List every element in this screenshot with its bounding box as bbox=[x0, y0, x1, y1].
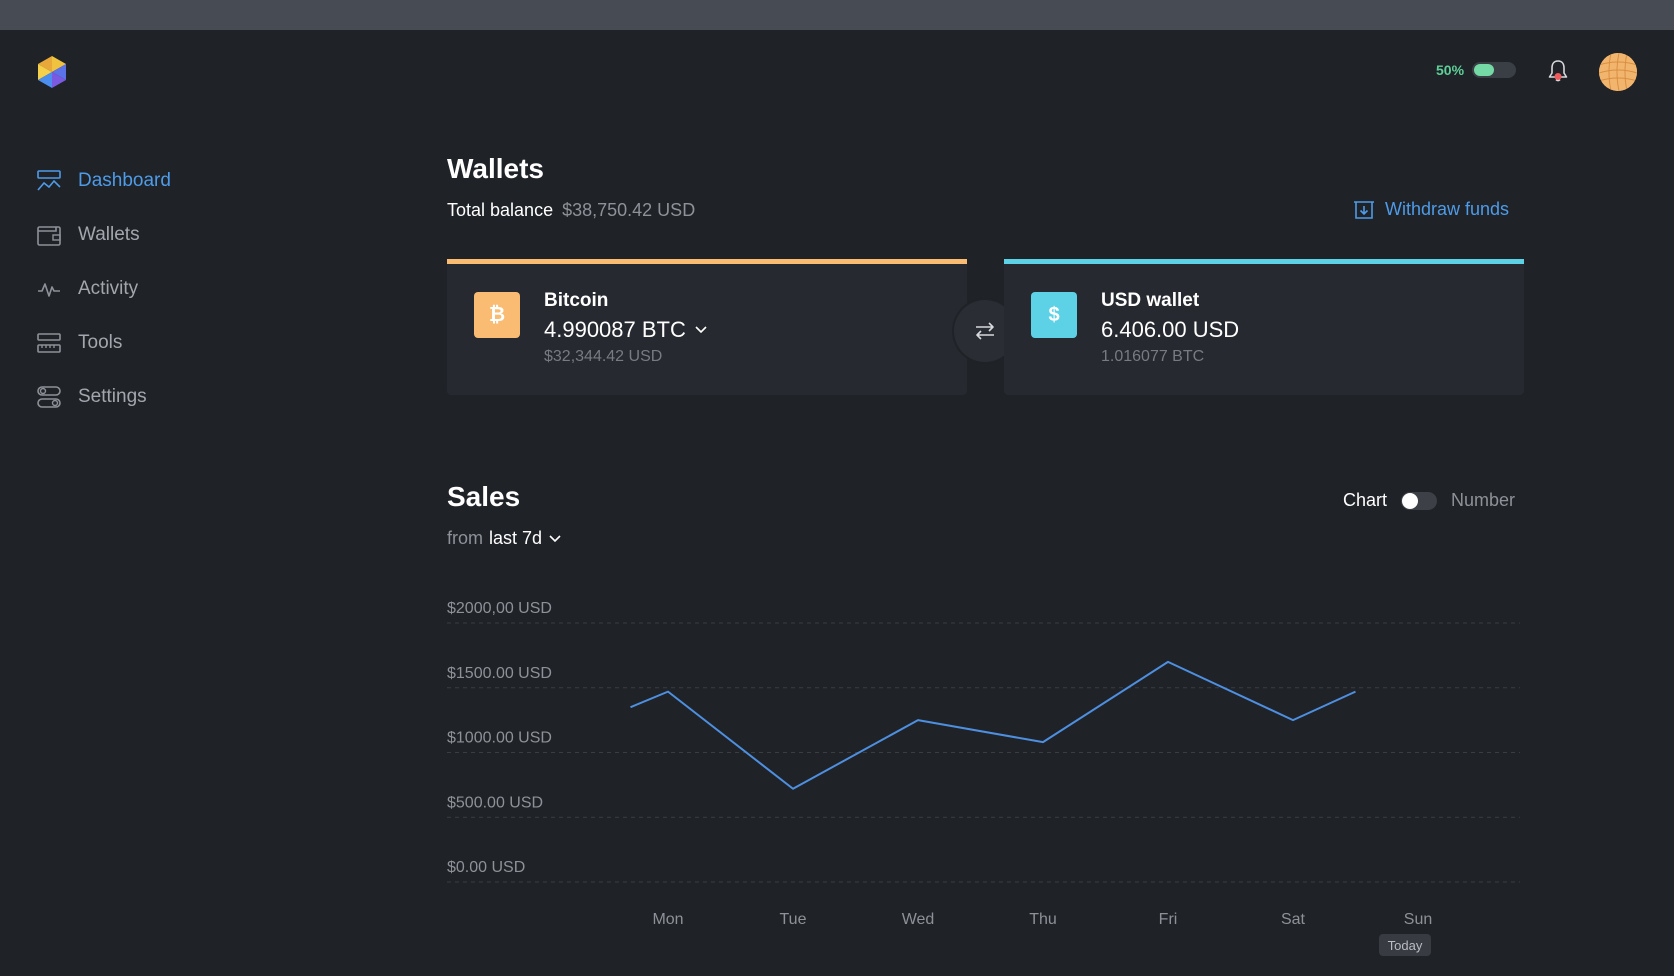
x-tick-label: Tue bbox=[780, 911, 807, 928]
usd-wallet-card[interactable]: $ USD wallet 6.406.00 USD 1.016077 BTC bbox=[1004, 259, 1524, 395]
x-tick-label: Sat bbox=[1281, 911, 1306, 928]
wallets-title: Wallets bbox=[447, 153, 544, 184]
sidebar-item-label: Dashboard bbox=[78, 170, 171, 191]
wallet-converted-value: $32,344.42 USD bbox=[544, 348, 663, 365]
tools-icon bbox=[37, 333, 61, 353]
wallet-name: USD wallet bbox=[1101, 290, 1200, 311]
chart-number-toggle[interactable]: Chart Number bbox=[1343, 490, 1515, 511]
sidebar-item-tools[interactable]: Tools bbox=[36, 316, 171, 370]
chevron-down-icon bbox=[695, 326, 707, 334]
dollar-icon: $ bbox=[1031, 292, 1077, 338]
view-option-number[interactable]: Number bbox=[1451, 490, 1515, 511]
y-tick-label: $0.00 USD bbox=[447, 859, 525, 876]
view-option-chart[interactable]: Chart bbox=[1343, 490, 1387, 511]
view-toggle-switch[interactable] bbox=[1401, 491, 1438, 510]
bell-icon[interactable] bbox=[1546, 58, 1570, 84]
x-tick-label: Sun bbox=[1404, 911, 1432, 928]
sidebar-item-activity[interactable]: Activity bbox=[36, 262, 171, 316]
withdraw-icon bbox=[1354, 201, 1374, 219]
sidebar: Dashboard Wallets Activity Tools Setting… bbox=[36, 154, 171, 424]
bitcoin-wallet-card[interactable]: ₿ Bitcoin 4.990087 BTC $32,344.42 USD bbox=[447, 259, 967, 395]
sales-series-line bbox=[630, 660, 1356, 790]
window-top-strip bbox=[0, 0, 1674, 30]
bitcoin-icon: ₿ bbox=[474, 292, 520, 338]
today-badge: Today bbox=[1379, 934, 1431, 956]
battery-indicator: 50% bbox=[1436, 62, 1517, 78]
sales-range-dropdown[interactable]: from last 7d bbox=[447, 528, 562, 549]
activity-icon bbox=[38, 283, 60, 297]
swap-arrows-icon bbox=[976, 322, 994, 340]
sidebar-item-label: Settings bbox=[78, 386, 147, 407]
wallet-converted-value: 1.016077 BTC bbox=[1101, 348, 1205, 365]
withdraw-funds-button[interactable]: Withdraw funds bbox=[1353, 198, 1509, 220]
wallet-amount-dropdown[interactable]: 4.990087 BTC bbox=[544, 317, 708, 343]
hexagon-logo-icon[interactable] bbox=[36, 55, 68, 89]
bitcoin-accent-bar bbox=[447, 259, 967, 264]
x-tick-label: Mon bbox=[652, 911, 683, 928]
y-tick-label: $1000.00 USD bbox=[447, 730, 552, 747]
usd-accent-bar bbox=[1004, 259, 1524, 264]
y-tick-label: $1500.00 USD bbox=[447, 665, 552, 682]
dashboard-icon bbox=[37, 170, 61, 191]
notification-dot bbox=[1554, 73, 1562, 80]
range-prefix: from bbox=[447, 528, 483, 548]
toggle-knob bbox=[1402, 492, 1419, 509]
battery-track bbox=[1472, 62, 1517, 78]
wallet-amount: 4.990087 BTC bbox=[544, 317, 686, 342]
total-balance: Total balance $38,750.42 USD bbox=[447, 200, 695, 221]
x-tick-label: Wed bbox=[902, 911, 935, 928]
wallet-amount: 6.406.00 USD bbox=[1101, 317, 1240, 342]
sidebar-item-label: Activity bbox=[78, 278, 139, 299]
x-tick-label: Fri bbox=[1159, 911, 1178, 928]
wallet-name: Bitcoin bbox=[544, 290, 609, 311]
range-value: last 7d bbox=[489, 528, 543, 548]
sidebar-item-label: Wallets bbox=[78, 224, 140, 245]
sales-line-chart: $0.00 USD $500.00 USD $1000.00 USD $1500.00… bbox=[447, 600, 1520, 928]
x-tick-label: Thu bbox=[1029, 911, 1057, 928]
wallet-icon bbox=[37, 226, 61, 246]
y-tick-label: $2000,00 USD bbox=[447, 600, 552, 617]
settings-icon bbox=[37, 386, 61, 408]
battery-fill bbox=[1474, 64, 1495, 76]
sidebar-item-dashboard[interactable]: Dashboard bbox=[36, 154, 171, 208]
chevron-down-icon bbox=[549, 534, 561, 542]
sidebar-item-wallets[interactable]: Wallets bbox=[36, 208, 171, 262]
y-tick-label: $500.00 USD bbox=[447, 794, 543, 811]
battery-percent: 50% bbox=[1436, 62, 1465, 78]
total-balance-value: $38,750.42 USD bbox=[562, 200, 696, 220]
withdraw-funds-label: Withdraw funds bbox=[1385, 198, 1510, 219]
sidebar-item-label: Tools bbox=[78, 332, 123, 353]
sales-title: Sales bbox=[447, 481, 521, 512]
sidebar-item-settings[interactable]: Settings bbox=[36, 370, 171, 424]
total-balance-label: Total balance bbox=[447, 200, 554, 220]
avatar[interactable] bbox=[1599, 53, 1637, 91]
